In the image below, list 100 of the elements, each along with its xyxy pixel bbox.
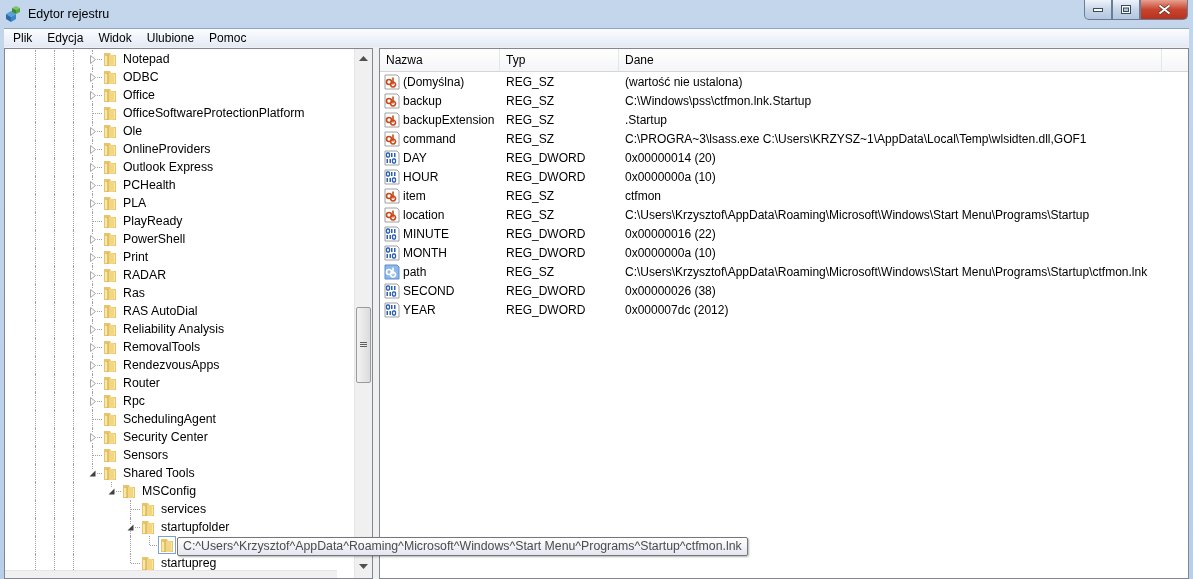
value-type: REG_DWORD [506,302,586,317]
scroll-down-icon[interactable] [359,564,368,569]
expand-arrow-icon[interactable] [89,396,96,406]
value-data: 0x00000016 (22) [625,226,716,241]
tree-item[interactable]: RendezvousApps [123,358,220,372]
expand-arrow-icon[interactable] [89,288,96,298]
value-name[interactable]: backupExtension [403,112,495,127]
expand-arrow-icon[interactable] [89,360,96,370]
value-name[interactable]: YEAR [403,302,436,317]
tree-item[interactable]: Shared Tools [123,466,195,480]
value-name[interactable]: item [403,188,426,203]
expand-arrow-icon[interactable] [89,378,96,388]
tree-item[interactable]: MSConfig [142,484,196,498]
expand-arrow-icon[interactable] [89,198,96,208]
tree-item[interactable]: OfficeSoftwareProtectionPlatform [123,106,305,120]
scroll-up-icon[interactable] [359,56,368,61]
expand-arrow-icon[interactable] [89,252,96,262]
expand-arrow-icon[interactable] [89,270,96,280]
tree-item[interactable]: RADAR [123,268,167,282]
folder-icon [102,51,118,67]
tree-item[interactable]: PCHealth [123,178,176,192]
tree-item[interactable]: RAS AutoDial [123,304,198,318]
expand-arrow-icon[interactable] [89,72,96,82]
column-header[interactable]: Nazwa [380,49,500,72]
tree-item[interactable]: startupfolder [161,520,230,534]
expand-arrow-icon[interactable] [89,342,96,352]
value-type: REG_SZ [506,207,554,222]
tree-item[interactable]: services [161,502,207,516]
value-name[interactable]: (Domyślna) [403,74,465,89]
tree-item[interactable]: Notepad [123,52,170,66]
tree-item[interactable]: PowerShell [123,232,186,246]
close-button[interactable] [1140,0,1188,20]
expand-arrow-icon[interactable] [89,180,96,190]
scrollbar-thumb[interactable] [356,307,371,383]
folder-icon [102,375,118,391]
menu-item[interactable]: Pomoc [200,31,253,45]
horizontal-scrollbar[interactable] [5,570,337,578]
value-name[interactable]: HOUR [403,169,439,184]
expand-arrow-icon[interactable] [89,144,96,154]
expand-arrow-icon[interactable] [89,234,96,244]
expand-arrow-icon[interactable] [89,432,96,442]
value-name[interactable]: command [403,131,456,146]
expand-arrow-icon[interactable] [89,162,96,172]
minimize-button[interactable] [1084,0,1112,20]
tree-item[interactable]: PlayReady [123,214,183,228]
value-name[interactable]: path [403,264,427,279]
expand-arrow-icon[interactable] [89,324,96,334]
tree-item-tooltip: C:^Users^Krzysztof^AppData^Roaming^Microsoft^Windows^Start Menu^Programs^Startup^ctfmon.lnk [177,537,748,556]
collapse-arrow-icon[interactable] [127,523,134,531]
tree-item[interactable]: startupreg [161,556,217,570]
expand-arrow-icon[interactable] [89,90,96,100]
tree-item[interactable]: Outlook Express [123,160,214,174]
tree-item[interactable]: Sensors [123,448,169,462]
value-name[interactable]: MONTH [403,245,447,260]
folder-icon [159,537,175,553]
expand-arrow-icon[interactable] [89,306,96,316]
menu-item[interactable]: Plik [4,31,39,45]
tree-item[interactable]: Print [123,250,149,264]
close-icon [1157,4,1171,15]
maximize-button[interactable] [1112,0,1140,20]
folder-icon [121,483,137,499]
tree-item[interactable]: SchedulingAgent [123,412,216,426]
expand-arrow-icon[interactable] [89,126,96,136]
tree-item[interactable]: Rpc [123,394,145,408]
tree-item[interactable]: Security Center [123,430,208,444]
value-data: (wartość nie ustalona) [625,74,743,89]
folder-icon [102,249,118,265]
tree-item[interactable]: Router [123,376,160,390]
folder-icon [102,321,118,337]
column-header[interactable]: Dane [619,49,1162,72]
collapse-arrow-icon[interactable] [108,487,115,495]
tree-item[interactable]: Office [123,88,155,102]
tree-item[interactable]: ODBC [123,70,159,84]
minimize-icon [1093,7,1103,12]
tree-item[interactable]: Ras [123,286,145,300]
tree-item[interactable]: RemovalTools [123,340,201,354]
value-name[interactable]: SECOND [403,283,455,298]
menu-item[interactable]: Widok [89,31,138,45]
value-data: 0x00000014 (20) [625,150,716,165]
folder-icon [102,303,118,319]
tree-item[interactable]: PLA [123,196,147,210]
value-name[interactable]: MINUTE [403,226,449,241]
collapse-arrow-icon[interactable] [89,469,96,477]
tree-item[interactable]: Ole [123,124,143,138]
menu-item[interactable]: Edycja [38,31,90,45]
value-type: REG_DWORD [506,245,586,260]
tree-item[interactable]: OnlineProviders [123,142,211,156]
column-header[interactable]: Typ [500,49,619,72]
folder-icon [102,69,118,85]
menu-item[interactable]: Ulubione [137,31,201,45]
value-name[interactable]: backup [403,93,442,108]
tree-item[interactable]: Reliability Analysis [123,322,225,336]
value-name[interactable]: location [403,207,445,222]
value-type: REG_SZ [506,74,554,89]
expand-arrow-icon[interactable] [89,54,96,64]
value-data: C:\Users\Krzysztof\AppData\Roaming\Microsoft\Windows\Start Menu\Programs\Startup [625,207,1090,222]
folder-icon [102,267,118,283]
value-data: 0x000007dc (2012) [625,302,729,317]
value-name[interactable]: DAY [403,150,427,165]
folder-icon [102,465,118,481]
